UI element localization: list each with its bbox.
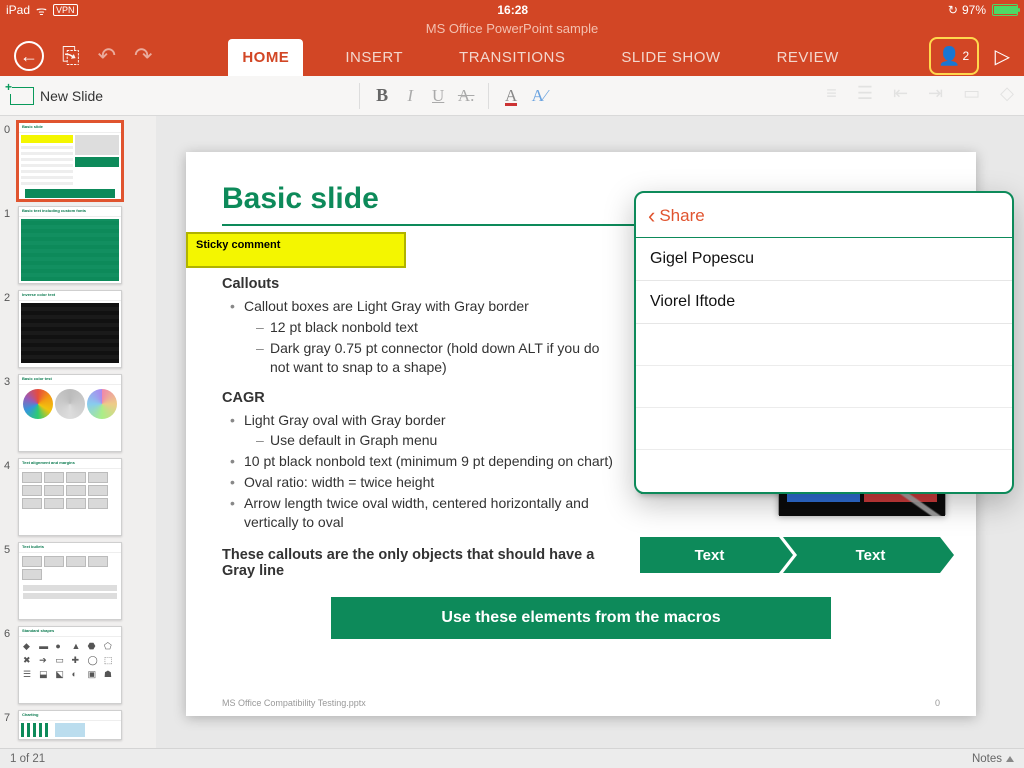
present-button[interactable]: ▷ — [995, 44, 1010, 69]
slide-counter: 1 of 21 — [10, 753, 45, 765]
underline-button[interactable]: U — [424, 86, 452, 106]
outdent-icon: ⇤ — [893, 83, 908, 104]
document-title: MS Office PowerPoint sample — [0, 20, 1024, 36]
sync-icon: ↻ — [948, 3, 958, 17]
list-item: Arrow length twice oval width, centered … — [244, 493, 620, 533]
popover-back-label[interactable]: Share — [659, 206, 704, 226]
popover-empty-row — [636, 324, 1012, 366]
undo-icon[interactable]: ↶ — [98, 43, 116, 69]
sticky-comment[interactable]: Sticky comment — [186, 232, 406, 268]
thumb-index: 2 — [4, 290, 14, 304]
bold-button[interactable]: B — [368, 85, 396, 106]
chevron-up-icon — [1006, 756, 1014, 762]
file-actions-icon[interactable]: ⎘ — [62, 43, 80, 69]
thumb-index: 5 — [4, 542, 14, 556]
collab-count: 2 — [962, 49, 969, 63]
chevron-step: Text — [783, 537, 940, 573]
list-item: Callout boxes are Light Gray with Gray b… — [244, 296, 620, 317]
italic-button[interactable]: I — [396, 86, 424, 106]
font-color-button[interactable]: A — [497, 86, 525, 106]
slide-footer-pagenum: 0 — [935, 698, 940, 708]
list-item: Light Gray oval with Gray border — [244, 410, 620, 431]
disabled-toolbar-group: ≡ ☰ ⇤ ⇥ ▭ ◇ — [826, 83, 1014, 104]
clock: 16:28 — [78, 3, 948, 17]
slide-thumbnail-6[interactable]: Standard shapes ◆▬●▲⬣⬠ ✖➔▭✚◯⬚ ☰⬓⬕◐▣☗ — [18, 626, 122, 704]
tab-review[interactable]: REVIEW — [763, 39, 853, 76]
tab-slideshow[interactable]: SLIDE SHOW — [607, 39, 734, 76]
closing-note: These callouts are the only objects that… — [222, 547, 620, 579]
slide-footer-filename: MS Office Compatibility Testing.pptx — [222, 698, 366, 708]
redo-icon[interactable]: ↷ — [134, 43, 152, 69]
collaborators-button[interactable]: 👤 2 — [929, 37, 979, 75]
list-item: 10 pt black nonbold text (minimum 9 pt d… — [244, 451, 620, 472]
person-icon: 👤 — [938, 46, 960, 67]
popover-empty-row — [636, 450, 1012, 492]
format-toolbar: New Slide B I U A. A A⁄ ≡ ☰ ⇤ ⇥ ▭ ◇ — [0, 76, 1024, 116]
list-item: 12 pt black nonbold text — [270, 317, 620, 338]
popover-header[interactable]: ‹ Share — [636, 193, 1012, 238]
workspace: 0 Basic slide 1 Basic text including cus… — [0, 116, 1024, 748]
chevron-left-icon[interactable]: ‹ — [648, 203, 655, 229]
back-button[interactable]: ← — [14, 41, 44, 71]
bullets-icon: ≡ — [826, 83, 837, 104]
separator — [488, 83, 489, 109]
slide-thumbnail-1[interactable]: Basic text including custom fonts — [18, 206, 122, 284]
slide-thumbnail-0[interactable]: Basic slide — [18, 122, 122, 200]
section-heading-callouts: Callouts — [222, 276, 620, 292]
slide-thumbnail-2[interactable]: Inverse color text — [18, 290, 122, 368]
slide-thumbnail-7[interactable]: Charting — [18, 710, 122, 740]
ribbon-tabs: HOME INSERT TRANSITIONS SLIDE SHOW REVIE… — [152, 36, 928, 76]
new-slide-label: New Slide — [40, 88, 103, 104]
chevron-step: Text — [640, 537, 779, 573]
slide-thumbnail-5[interactable]: Text bullets — [18, 542, 122, 620]
device-label: iPad — [6, 3, 30, 17]
ios-status-bar: iPad ᯤ VPN 16:28 ↻ 97% — [0, 0, 1024, 20]
wifi-icon: ᯤ — [36, 2, 47, 19]
battery-percent: 97% — [962, 3, 986, 17]
status-footer: 1 of 21 Notes — [0, 748, 1024, 768]
share-person-row[interactable]: Gigel Popescu — [636, 238, 1012, 281]
highlight-button[interactable]: A⁄ — [525, 86, 553, 106]
thumb-index: 4 — [4, 458, 14, 472]
popover-empty-row — [636, 408, 1012, 450]
thumb-index: 7 — [4, 710, 14, 724]
new-slide-icon — [10, 87, 34, 105]
slide-thumbnails-panel[interactable]: 0 Basic slide 1 Basic text including cus… — [0, 116, 156, 748]
separator — [359, 83, 360, 109]
vpn-badge: VPN — [53, 4, 78, 16]
new-slide-button[interactable]: New Slide — [10, 87, 103, 105]
list-item: Use default in Graph menu — [270, 430, 620, 451]
share-person-row[interactable]: Viorel Iftode — [636, 281, 1012, 324]
thumb-index: 1 — [4, 206, 14, 220]
share-popover: ‹ Share Gigel Popescu Viorel Iftode — [634, 191, 1014, 494]
thumb-index: 3 — [4, 374, 14, 388]
macro-banner: Use these elements from the macros — [331, 597, 831, 639]
indent-icon: ⇥ — [928, 83, 943, 104]
numbering-icon: ☰ — [857, 83, 873, 104]
section-heading-cagr: CAGR — [222, 390, 620, 406]
tab-insert[interactable]: INSERT — [331, 39, 417, 76]
chevron-process: Text Text — [640, 537, 940, 573]
notes-label: Notes — [972, 753, 1002, 765]
slide-thumbnail-4[interactable]: Text alignment and margins — [18, 458, 122, 536]
strikethrough-button[interactable]: A. — [452, 86, 480, 106]
slide-left-column: Callouts Callout boxes are Light Gray wi… — [222, 272, 620, 579]
list-item: Oval ratio: width = twice height — [244, 472, 620, 493]
battery-icon — [992, 4, 1018, 16]
thumb-index: 6 — [4, 626, 14, 640]
app-ribbon: MS Office PowerPoint sample ← ⎘ ↶ ↷ HOME… — [0, 20, 1024, 76]
shapes-icon: ◇ — [1000, 83, 1014, 104]
tab-home[interactable]: HOME — [228, 39, 303, 76]
slide-thumbnail-3[interactable]: Basic color test — [18, 374, 122, 452]
thumb-index: 0 — [4, 122, 14, 136]
popover-empty-row — [636, 366, 1012, 408]
textbox-icon: ▭ — [963, 83, 980, 104]
notes-toggle[interactable]: Notes — [972, 753, 1014, 765]
tab-transitions[interactable]: TRANSITIONS — [445, 39, 579, 76]
list-item: Dark gray 0.75 pt connector (hold down A… — [270, 338, 620, 378]
